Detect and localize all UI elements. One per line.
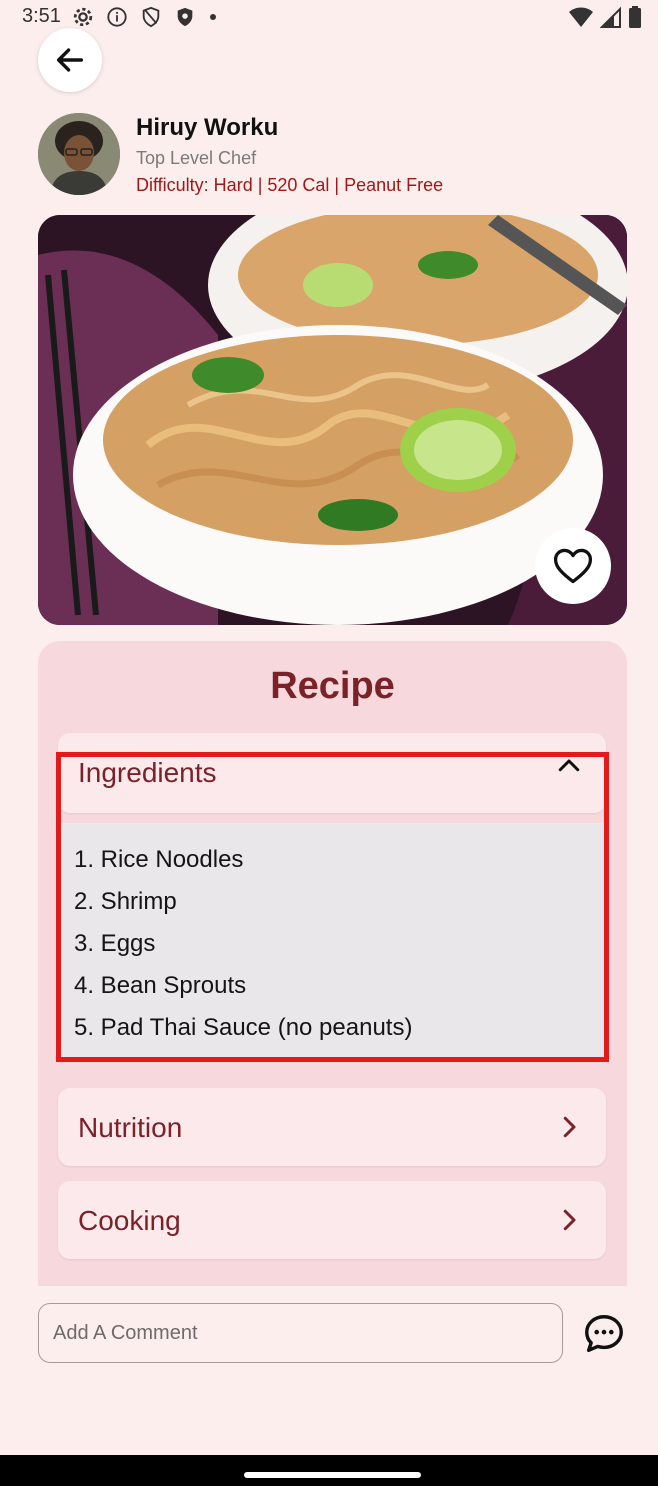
chat-bubble-icon (585, 1315, 623, 1353)
chef-name: Hiruy Worku (136, 114, 279, 141)
home-handle[interactable] (244, 1472, 421, 1478)
section-label: Cooking (78, 1205, 181, 1236)
chevron-right-icon (563, 1116, 576, 1138)
battery-icon (629, 6, 641, 28)
highlight-box (56, 752, 609, 1062)
comment-button[interactable] (581, 1311, 627, 1357)
signal-icon (600, 6, 621, 28)
info-icon (107, 7, 127, 27)
security-icon (177, 7, 193, 27)
status-time: 3:51 (22, 5, 61, 27)
nav-bar (0, 1455, 658, 1486)
chef-title: Top Level Chef (136, 148, 257, 168)
avatar[interactable] (38, 113, 120, 195)
settings-icon (73, 7, 93, 27)
status-icons-right (568, 6, 642, 28)
back-button[interactable] (38, 28, 102, 92)
arrow-left-icon (56, 48, 84, 72)
status-icons-left (72, 6, 218, 28)
chevron-right-icon (563, 1209, 576, 1231)
status-bar: 3:51 (0, 0, 658, 34)
nutrition-section-header[interactable]: Nutrition (58, 1088, 606, 1166)
chef-portrait (38, 113, 120, 195)
favorite-button[interactable] (535, 528, 611, 604)
wifi-icon (569, 7, 593, 27)
dot-icon (210, 14, 216, 20)
comment-input[interactable] (38, 1303, 563, 1363)
heart-outline-icon (553, 548, 593, 584)
cooking-section-header[interactable]: Cooking (58, 1181, 606, 1259)
section-label: Nutrition (78, 1112, 183, 1143)
recipe-heading: Recipe (270, 665, 395, 707)
recipe-meta: Difficulty: Hard | 520 Cal | Peanut Free (136, 175, 444, 195)
shield-icon (142, 6, 160, 28)
